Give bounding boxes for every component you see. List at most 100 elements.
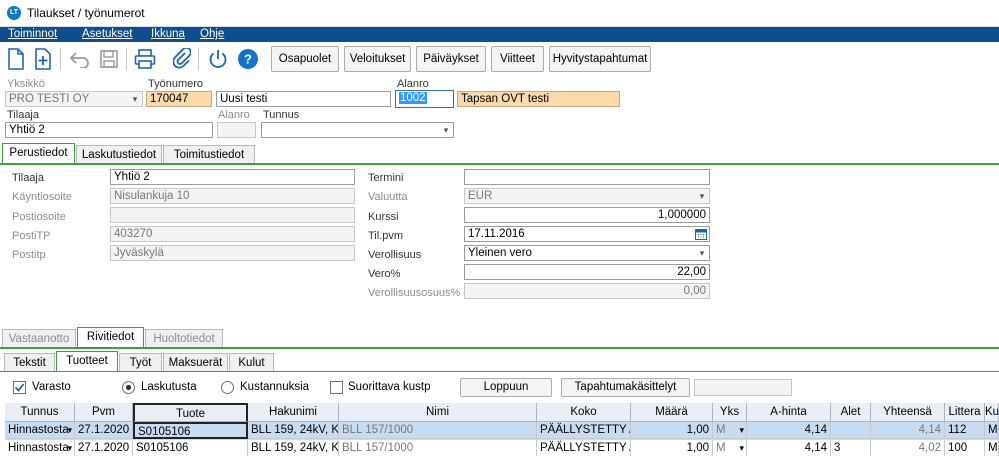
add-document-icon[interactable] [31, 47, 55, 71]
chevron-down-icon[interactable]: ▾ [739, 422, 744, 438]
alanro-value: 1002 [399, 92, 427, 104]
cell-ku[interactable]: M [985, 440, 999, 456]
cell-koko[interactable]: PÄÄLLYSTETTY A [537, 422, 631, 439]
attachment-icon[interactable] [170, 47, 194, 71]
column-header-maara[interactable]: Määrä [631, 403, 713, 422]
cell-pvm[interactable]: 27.1.2020 [75, 422, 133, 439]
kustannuksia-radio[interactable] [221, 381, 234, 394]
cell-yhteensa[interactable]: 4,14 [871, 422, 945, 439]
save-icon[interactable] [97, 47, 121, 71]
column-header-alet[interactable]: Alet [831, 403, 871, 422]
cell-yhteensa[interactable]: 4,02 [871, 440, 945, 456]
tab-huoltotiedot[interactable]: Huoltotiedot [145, 329, 223, 348]
tilpvm-field[interactable]: 17.11.2016 [464, 226, 710, 242]
column-header-koko[interactable]: Koko [537, 403, 631, 422]
print-icon[interactable] [133, 47, 157, 71]
verollisuusosuus-field[interactable]: 0,00 [464, 283, 710, 299]
cell-tunnus[interactable]: Hinnastosta ▾ [5, 440, 75, 456]
loppuun-button[interactable]: Loppuun [460, 378, 552, 397]
cell-hakunimi[interactable]: BLL 159, 24kV, K1 [248, 422, 339, 439]
paivaykset-button[interactable]: Päiväykset [416, 46, 486, 72]
cell-tuote[interactable]: S0105106 [133, 422, 248, 439]
termini-field[interactable] [464, 169, 710, 185]
power-icon[interactable] [206, 47, 230, 71]
veloitukset-button[interactable]: Veloitukset [344, 46, 411, 72]
chevron-down-icon[interactable]: ▾ [67, 422, 72, 438]
verollisuus-select[interactable]: Yleinen vero ▾ [464, 245, 710, 261]
chevron-down-icon[interactable]: ▾ [739, 440, 744, 456]
alanro-field[interactable]: 1002 [395, 90, 454, 108]
column-header-littera[interactable]: Littera [945, 403, 985, 422]
undo-icon[interactable] [68, 47, 92, 71]
tab-perustiedot[interactable]: Perustiedot [2, 143, 75, 164]
tunnus-select[interactable]: ▾ [261, 122, 454, 138]
new-document-icon[interactable] [4, 47, 28, 71]
tab-rivitiedot[interactable]: Rivitiedot [77, 327, 144, 348]
postitp-field[interactable]: Jyväskylä [110, 245, 355, 261]
menu-ohje[interactable]: Ohje [200, 28, 224, 40]
tab-kulut[interactable]: Kulut [229, 353, 274, 372]
hyvitystapahtumat-button[interactable]: Hyvitystapahtumat [549, 46, 651, 72]
cell-littera[interactable]: 100 [945, 440, 985, 456]
column-header-hakunimi[interactable]: Hakunimi [248, 403, 339, 422]
cell-tuote[interactable]: S0105106 [133, 440, 248, 456]
tab-toimitustiedot[interactable]: Toimitustiedot [163, 145, 255, 164]
tab-tyot[interactable]: Työt [119, 353, 162, 372]
cell-a-hinta[interactable]: 4,14 [747, 422, 831, 439]
description-field[interactable]: Uusi testi [216, 91, 391, 107]
tilaaja-field-2[interactable]: Yhtiö 2 [110, 169, 355, 185]
tapahtumakasittelyt-button[interactable]: Tapahtumakäsittelyt [561, 378, 690, 397]
tyonumero-field[interactable]: 170047 [146, 91, 212, 107]
alanro2-field[interactable] [217, 122, 256, 138]
postiosoite-field[interactable] [110, 207, 355, 223]
cell-maara[interactable]: 1,00 [631, 422, 713, 439]
tab-tekstit[interactable]: Tekstit [4, 353, 55, 372]
cell-ku[interactable]: M [985, 422, 999, 439]
column-header-yhteensa[interactable]: Yhteensä [871, 403, 945, 422]
cell-yks[interactable]: M ▾ [713, 440, 747, 456]
valuutta-select[interactable]: EUR ▾ [464, 188, 710, 204]
postitp-code-field[interactable]: 403270 [110, 226, 355, 242]
laskutusta-radio[interactable] [122, 381, 135, 394]
cell-pvm[interactable]: 27.1.2020 [75, 440, 133, 456]
viitteet-button[interactable]: Viitteet [491, 46, 544, 72]
cell-nimi[interactable]: BLL 157/1000 [339, 422, 537, 439]
cell-yks[interactable]: M ▾ [713, 422, 747, 439]
radio-dot [126, 385, 131, 390]
tab-tuotteet[interactable]: Tuotteet [56, 351, 118, 372]
vero-field[interactable]: 22,00 [464, 264, 710, 280]
alanro-label: Alanro [397, 78, 429, 90]
menu-asetukset[interactable]: Asetukset [82, 28, 133, 40]
cell-nimi[interactable]: BLL 157/1000 [339, 440, 537, 456]
varasto-checkbox[interactable] [13, 381, 26, 394]
column-header-pvm[interactable]: Pvm [75, 403, 133, 422]
column-header-yks[interactable]: Yks [713, 403, 747, 422]
help-icon[interactable]: ? [236, 47, 260, 71]
column-header-tuote[interactable]: Tuote [133, 403, 248, 422]
tab-vastaanotto[interactable]: Vastaanotto [2, 329, 76, 348]
column-header-ku[interactable]: Ku [985, 403, 999, 422]
cell-maara[interactable]: 1,00 [631, 440, 713, 456]
cell-a-hinta[interactable]: 4,14 [747, 440, 831, 456]
calendar-icon[interactable] [695, 228, 707, 241]
tilaaja-field[interactable]: Yhtiö 2 [5, 122, 213, 138]
cell-hakunimi[interactable]: BLL 159, 24kV, K1 [248, 440, 339, 456]
tab-maksuerat[interactable]: Maksuerät [163, 353, 228, 372]
cell-littera[interactable]: 112 [945, 422, 985, 439]
column-header-tunnus[interactable]: Tunnus [5, 403, 75, 422]
menu-ikkuna[interactable]: Ikkuna [151, 28, 185, 40]
column-header-nimi[interactable]: Nimi [339, 403, 537, 422]
kurssi-field[interactable]: 1,000000 [464, 207, 710, 223]
chevron-down-icon[interactable]: ▾ [67, 440, 72, 456]
cell-alet[interactable]: 3 [831, 440, 871, 456]
osapuolet-button[interactable]: Osapuolet [271, 46, 339, 72]
yksikko-select[interactable]: PRO TESTI OY ▾ [5, 91, 143, 107]
column-header-a-hinta[interactable]: A-hinta [747, 403, 831, 422]
menu-toiminnot[interactable]: Toiminnot [8, 28, 57, 40]
cell-koko[interactable]: PÄÄLLYSTETTY A [537, 440, 631, 456]
kayntiosoite-field[interactable]: Nisulankuja 10 [110, 188, 355, 204]
cell-tunnus[interactable]: Hinnastosta ▾ [5, 422, 75, 439]
suorittava-checkbox[interactable] [330, 381, 343, 394]
cell-alet[interactable] [831, 422, 871, 439]
tab-laskutustiedot[interactable]: Laskutustiedot [76, 145, 162, 164]
